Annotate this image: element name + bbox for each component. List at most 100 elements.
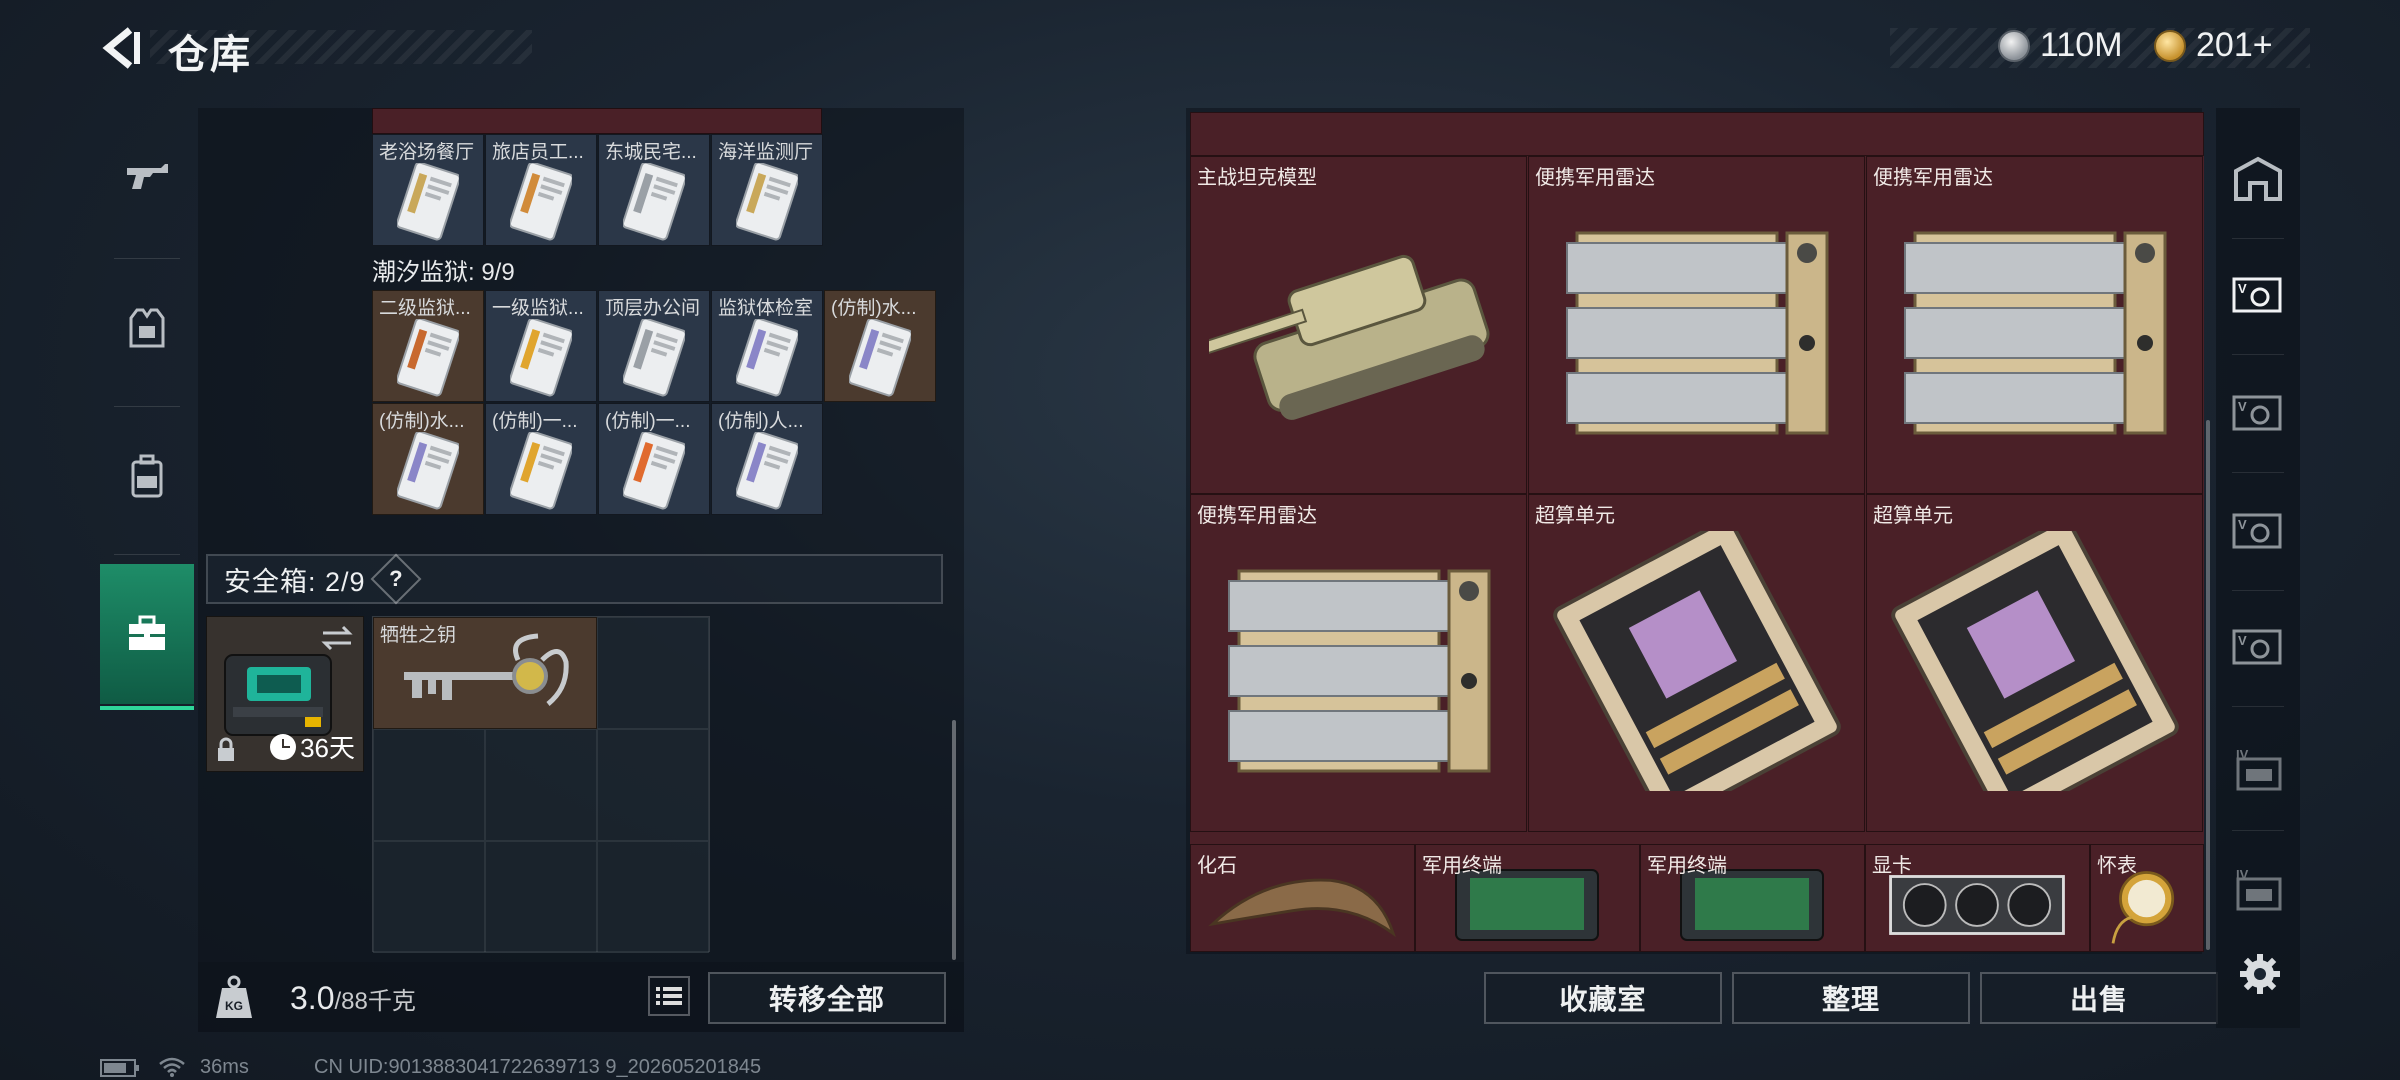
sell-button[interactable]: 出售 <box>1980 972 2218 1024</box>
nav-safebox[interactable] <box>100 564 194 710</box>
keycard-slot[interactable]: (仿制)水... <box>372 403 484 515</box>
keycard-slot[interactable]: (仿制)一... <box>598 403 710 515</box>
prison-section-label: 潮汐监狱: 9/9 <box>372 259 515 286</box>
help-button[interactable]: ? <box>370 553 422 605</box>
empty-slot[interactable] <box>597 841 709 953</box>
keycard-label: (仿制)水... <box>379 411 465 432</box>
stash-item-fossil[interactable]: 化石 <box>1190 844 1415 952</box>
stash-item-tank[interactable]: 主战坦克模型 <box>1190 156 1527 494</box>
empty-slot[interactable] <box>485 729 597 841</box>
keycard-icon <box>397 319 459 397</box>
svg-text:V: V <box>2238 517 2247 532</box>
keycard-slot[interactable]: (仿制)人... <box>711 403 823 515</box>
supercomputing-unit-icon <box>1553 531 1841 791</box>
empty-slot[interactable] <box>373 729 485 841</box>
stash-item-watch[interactable]: 怀表 <box>2090 844 2204 952</box>
page-title: 仓库 <box>168 33 252 77</box>
keycard-slot[interactable]: 一级监狱... <box>485 290 597 402</box>
item-label: 超算单元 <box>1535 505 1615 527</box>
item-label: 便携军用雷达 <box>1873 167 1993 189</box>
keycard-slot[interactable]: 二级监狱... <box>372 290 484 402</box>
tab-separator <box>2232 590 2284 591</box>
keycard-icon <box>510 163 572 241</box>
item-label: 主战坦克模型 <box>1197 167 1317 189</box>
list-view-button[interactable] <box>648 976 690 1016</box>
tab-separator <box>2232 472 2284 473</box>
tab-separator <box>2232 238 2284 239</box>
transfer-all-button[interactable]: 转移全部 <box>708 972 946 1024</box>
stash-tab-7[interactable]: IV <box>2216 836 2300 946</box>
safe-box-grid: 牺牲之钥 <box>372 616 710 953</box>
keycard-label: 海洋监测厅 <box>718 142 814 163</box>
empty-slot[interactable] <box>597 617 709 729</box>
portable-radar-icon <box>1566 231 1829 435</box>
nav-weapons[interactable] <box>100 108 194 248</box>
stash-item-terminal[interactable]: 军用终端 <box>1640 844 1865 952</box>
stash-tab-2[interactable]: V <box>2216 240 2300 350</box>
keycard-slot[interactable]: (仿制)一... <box>485 403 597 515</box>
stash-tab-6[interactable]: IV <box>2216 716 2300 826</box>
tower-icon <box>2234 156 2282 201</box>
keycard-lv-icon: V <box>2232 395 2282 431</box>
stash-scrollbar[interactable] <box>2206 420 2210 950</box>
keycard-icon <box>736 319 798 397</box>
empty-slot[interactable] <box>485 841 597 953</box>
weight-current: 3.0 <box>290 980 335 1016</box>
uid-readout: CN UID:9013883041722639713 9_20260520184… <box>314 1056 762 1078</box>
keycard-slot[interactable]: (仿制)水... <box>824 290 936 402</box>
nav-backpack[interactable] <box>100 406 194 546</box>
swap-icon[interactable] <box>319 625 355 651</box>
keycard-slot[interactable]: 监狱体检室 <box>711 290 823 402</box>
collection-room-button[interactable]: 收藏室 <box>1484 972 1722 1024</box>
item-label: 超算单元 <box>1873 505 1953 527</box>
keycard-slot[interactable]: 海洋监测厅 <box>711 134 823 246</box>
stash-item-board[interactable]: 超算单元 <box>1528 494 1865 832</box>
settings-gear-icon[interactable] <box>2238 952 2282 996</box>
stash-tab-5[interactable]: V <box>2216 592 2300 702</box>
stash-tab-1[interactable] <box>2216 124 2300 234</box>
keycard-slot[interactable]: 东城民宅... <box>598 134 710 246</box>
keycard-slot[interactable]: 旅店员工... <box>485 134 597 246</box>
empty-slot[interactable] <box>597 729 709 841</box>
portable-radar-icon <box>1228 569 1491 773</box>
svg-text:V: V <box>2238 633 2247 648</box>
item-label: 化石 <box>1197 855 1237 877</box>
stash-tab-4[interactable]: V <box>2216 476 2300 586</box>
stash-item-gpu[interactable]: 显卡 <box>1865 844 2090 952</box>
tab-separator <box>2232 706 2284 707</box>
briefcase-icon <box>129 615 165 650</box>
cut-off-stash-row <box>1190 112 2204 156</box>
keycard-lv-icon: V <box>2232 277 2282 313</box>
safe-box-container[interactable]: 36天 <box>206 616 364 772</box>
keycard-label: 二级监狱... <box>379 298 471 319</box>
safe-item-sacrifice-key[interactable]: 牺牲之钥 <box>373 617 597 729</box>
weight-readout: 3.0/88千克 <box>290 980 416 1017</box>
back-arrow-icon[interactable] <box>100 26 144 70</box>
stash-tab-3[interactable]: V <box>2216 358 2300 468</box>
keycard-lv4-icon: IV <box>2236 747 2282 791</box>
keycard-icon <box>736 432 798 510</box>
nav-armor[interactable] <box>100 258 194 398</box>
organize-button[interactable]: 整理 <box>1732 972 1970 1024</box>
keycard-lv4-icon: IV <box>2236 867 2282 911</box>
item-label: 显卡 <box>1872 855 1912 877</box>
safe-expiry: 36天 <box>270 728 355 765</box>
stash-item-radar[interactable]: 便携军用雷达 <box>1866 156 2203 494</box>
portable-radar-icon <box>1904 231 2167 435</box>
silver-amount: 110M <box>2040 26 2123 64</box>
keycard-slot[interactable]: 顶层办公间 <box>598 290 710 402</box>
stash-item-board[interactable]: 超算单元 <box>1866 494 2203 832</box>
stash-item-radar[interactable]: 便携军用雷达 <box>1528 156 1865 494</box>
stash-item-radar[interactable]: 便携军用雷达 <box>1190 494 1527 832</box>
keycard-label: 旅店员工... <box>492 142 584 163</box>
keycard-slot[interactable]: 老浴场餐厅 <box>372 134 484 246</box>
inventory-scrollbar[interactable] <box>952 720 956 960</box>
gun-icon <box>127 164 168 189</box>
keycard-label: 顶层办公间 <box>605 298 701 319</box>
supercomputing-unit-icon <box>1891 531 2179 791</box>
armor-vest-icon <box>129 308 165 348</box>
empty-slot[interactable] <box>373 841 485 953</box>
keycard-label: (仿制)一... <box>492 411 578 432</box>
item-label: 便携军用雷达 <box>1197 505 1317 527</box>
stash-item-terminal[interactable]: 军用终端 <box>1415 844 1640 952</box>
